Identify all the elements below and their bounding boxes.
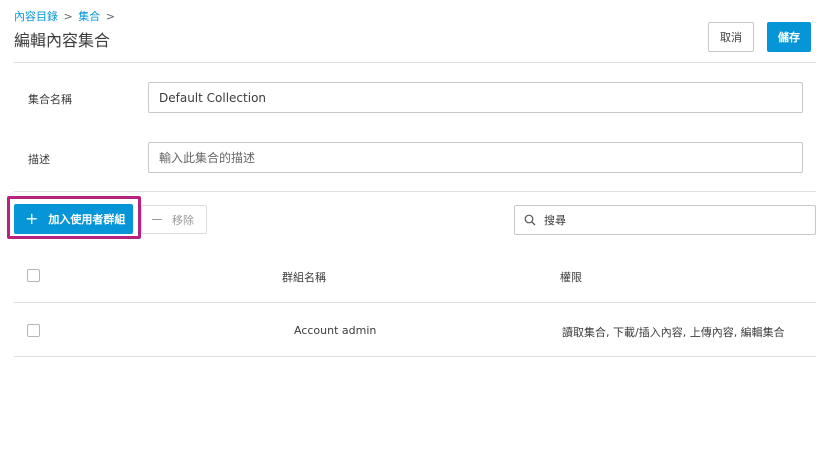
minus-icon	[152, 219, 162, 220]
header-divider	[14, 62, 816, 63]
description-label: 描述	[28, 153, 50, 166]
breadcrumb-separator: >	[63, 10, 73, 23]
remove-label: 移除	[172, 213, 194, 227]
collection-name-input[interactable]	[148, 82, 803, 113]
search-icon	[524, 214, 536, 226]
form-divider	[14, 191, 816, 192]
table-row-group-name: Account admin	[294, 324, 377, 337]
breadcrumb-link-content-catalog[interactable]: 內容目錄	[14, 10, 58, 23]
search-input[interactable]	[544, 213, 804, 227]
table-header-divider	[14, 302, 816, 303]
cancel-button[interactable]: 取消	[708, 22, 754, 52]
save-button[interactable]: 儲存	[767, 22, 811, 52]
row-checkbox[interactable]	[27, 324, 40, 337]
add-user-group-button[interactable]: + 加入使用者群組	[14, 204, 133, 234]
remove-button[interactable]: 移除	[141, 205, 207, 234]
collection-name-label: 集合名稱	[28, 93, 72, 106]
add-user-group-label: 加入使用者群組	[48, 213, 126, 226]
page-title: 編輯內容集合	[14, 31, 111, 50]
column-header-group-name[interactable]: 群組名稱	[282, 269, 326, 285]
select-all-checkbox[interactable]	[27, 269, 40, 282]
table-row-permissions: 讀取集合, 下載/插入內容, 上傳內容, 編輯集合	[562, 326, 785, 339]
plus-icon: +	[25, 209, 39, 228]
breadcrumb: 內容目錄 > 集合 >	[14, 8, 117, 24]
breadcrumb-link-collections[interactable]: 集合	[78, 10, 100, 23]
breadcrumb-separator: >	[105, 10, 115, 23]
column-header-permissions[interactable]: 權限	[560, 269, 582, 285]
table-row-divider	[14, 356, 816, 357]
search-box[interactable]	[514, 205, 816, 235]
description-input[interactable]	[148, 142, 803, 173]
